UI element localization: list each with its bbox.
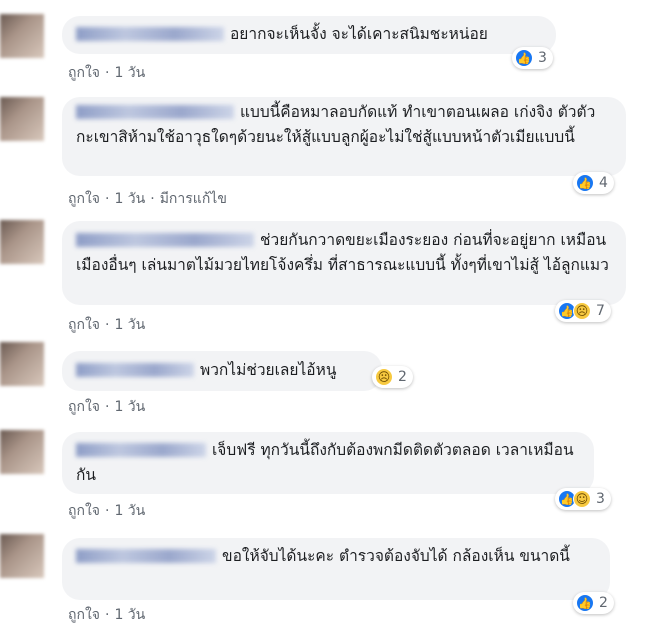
- like-link[interactable]: ถูกใจ: [68, 191, 100, 207]
- comment-meta: ถูกใจ · 1 วัน: [68, 396, 145, 418]
- like-link[interactable]: ถูกใจ: [68, 317, 100, 333]
- reaction-summary[interactable]: 👍 3: [512, 47, 553, 69]
- timestamp[interactable]: 1 วัน: [114, 191, 145, 207]
- comment-bubble: ขอให้จับได้นะคะ ตำรวจต้องจับได้ กล้องเห็…: [62, 538, 610, 600]
- timestamp[interactable]: 1 วัน: [114, 317, 145, 333]
- reaction-summary[interactable]: ☹ 2: [372, 366, 413, 388]
- comment-bubble: เจ็บฟรี ทุกวันนี้ถึงกับต้องพกมีดติดตัวตล…: [62, 432, 594, 494]
- avatar[interactable]: [0, 342, 44, 386]
- separator-dot: ·: [150, 191, 155, 207]
- timestamp[interactable]: 1 วัน: [114, 65, 145, 81]
- author-name[interactable]: [76, 549, 216, 563]
- sad-icon: ☹: [573, 302, 591, 320]
- reaction-count: 3: [538, 50, 547, 66]
- reaction-count: 3: [596, 491, 605, 507]
- haha-icon: ☺: [573, 490, 591, 508]
- separator-dot: ·: [105, 607, 110, 623]
- comment-meta: ถูกใจ · 1 วัน: [68, 500, 145, 522]
- separator-dot: ·: [105, 65, 110, 81]
- like-link[interactable]: ถูกใจ: [68, 65, 100, 81]
- avatar[interactable]: [0, 14, 44, 58]
- timestamp[interactable]: 1 วัน: [114, 607, 145, 623]
- comment-meta: ถูกใจ · 1 วัน: [68, 62, 145, 84]
- avatar[interactable]: [0, 97, 44, 141]
- comment-bubble: แบบนี้คือหมาลอบกัดแท้ ทำเขาตอนเผลอ เก่งจ…: [62, 97, 626, 176]
- reaction-count: 7: [596, 303, 605, 319]
- comment-meta: ถูกใจ · 1 วัน: [68, 314, 145, 336]
- author-name[interactable]: [76, 363, 194, 377]
- reaction-summary[interactable]: 👍 ☺ 3: [555, 488, 611, 510]
- author-name[interactable]: [76, 27, 224, 41]
- author-name[interactable]: [76, 233, 254, 247]
- reaction-summary[interactable]: 👍 ☹ 7: [555, 300, 611, 322]
- comment-meta: ถูกใจ · 1 วัน · มีการแก้ไข: [68, 188, 227, 210]
- reaction-summary[interactable]: 👍 2: [573, 592, 614, 614]
- like-link[interactable]: ถูกใจ: [68, 399, 100, 415]
- comment-bubble: ช่วยกันกวาดขยะเมืองระยอง ก่อนที่จะอยู่ยา…: [62, 221, 626, 305]
- reaction-count: 2: [599, 595, 608, 611]
- comment-text: พวกไม่ช่วยเลยไอ้หนู: [200, 361, 337, 379]
- comment-meta: ถูกใจ · 1 วัน: [68, 604, 145, 626]
- like-link[interactable]: ถูกใจ: [68, 503, 100, 519]
- separator-dot: ·: [105, 503, 110, 519]
- separator-dot: ·: [105, 191, 110, 207]
- author-name[interactable]: [76, 105, 234, 119]
- like-icon: 👍: [515, 49, 533, 67]
- separator-dot: ·: [105, 399, 110, 415]
- sad-icon: ☹: [375, 368, 393, 386]
- like-icon: 👍: [576, 594, 594, 612]
- avatar[interactable]: [0, 534, 44, 578]
- edited-label[interactable]: มีการแก้ไข: [160, 191, 227, 207]
- timestamp[interactable]: 1 วัน: [114, 503, 145, 519]
- comment-bubble: อยากจะเห็นจั้ง จะได้เคาะสนิมชะหน่อย: [62, 16, 556, 54]
- avatar[interactable]: [0, 220, 44, 264]
- separator-dot: ·: [105, 317, 110, 333]
- like-icon: 👍: [576, 174, 594, 192]
- reaction-count: 2: [398, 369, 407, 385]
- like-link[interactable]: ถูกใจ: [68, 607, 100, 623]
- reaction-count: 4: [599, 175, 608, 191]
- reaction-summary[interactable]: 👍 4: [573, 172, 614, 194]
- avatar[interactable]: [0, 430, 44, 474]
- comment-text: อยากจะเห็นจั้ง จะได้เคาะสนิมชะหน่อย: [230, 25, 488, 43]
- comment-bubble: พวกไม่ช่วยเลยไอ้หนู: [62, 351, 382, 391]
- comment-text: ขอให้จับได้นะคะ ตำรวจต้องจับได้ กล้องเห็…: [222, 547, 570, 565]
- author-name[interactable]: [76, 443, 206, 457]
- timestamp[interactable]: 1 วัน: [114, 399, 145, 415]
